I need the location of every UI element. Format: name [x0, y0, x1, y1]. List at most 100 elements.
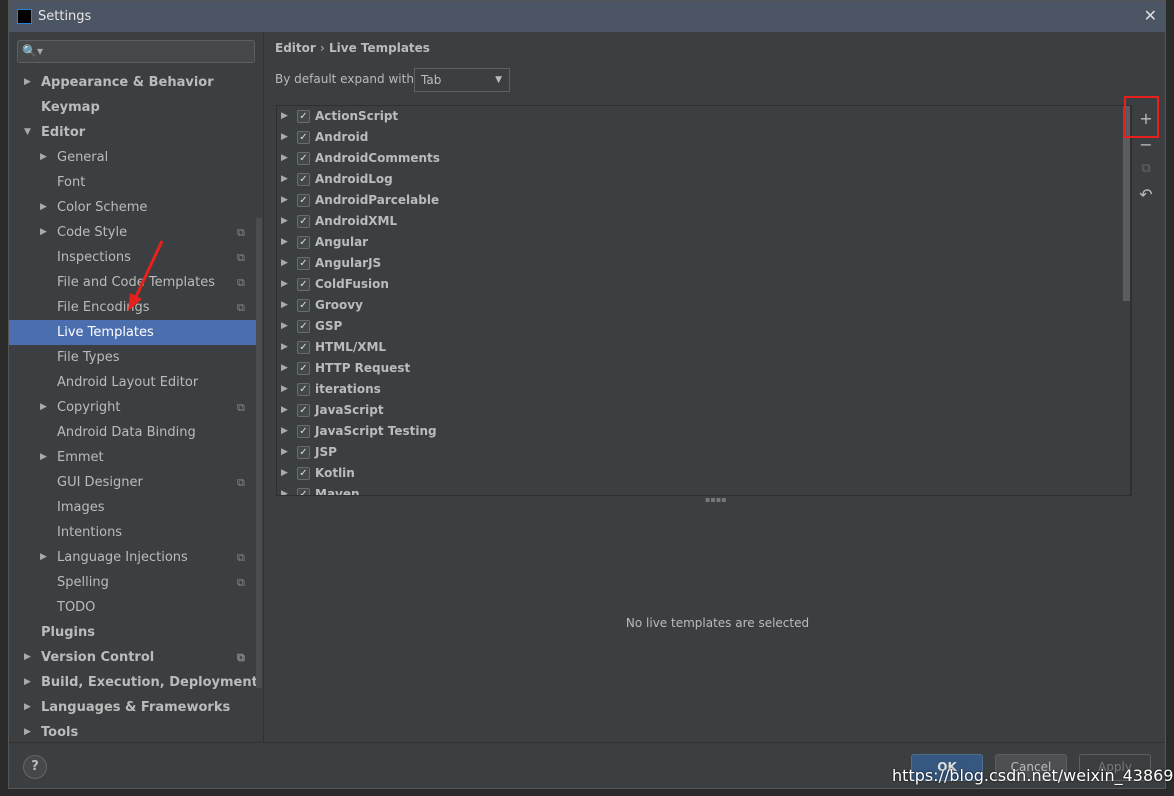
- tree-item[interactable]: ▶ Languages & Frameworks: [9, 695, 256, 720]
- template-group[interactable]: ▶ ✓ AngularJS: [277, 253, 1130, 274]
- chevron-right-icon[interactable]: ▶: [40, 220, 47, 245]
- tree-item[interactable]: ▶ Version Control ⧉: [9, 645, 256, 670]
- tree-item[interactable]: ▶ Appearance & Behavior: [9, 70, 256, 95]
- template-checkbox[interactable]: ✓: [297, 446, 310, 459]
- template-checkbox[interactable]: ✓: [297, 173, 310, 186]
- template-group[interactable]: ▶ ✓ iterations: [277, 379, 1130, 400]
- chevron-right-icon[interactable]: ▶: [281, 442, 288, 463]
- tree-item[interactable]: Live Templates: [9, 320, 256, 345]
- tree-item[interactable]: File Types: [9, 345, 256, 370]
- tree-item[interactable]: ▶ Build, Execution, Deployment: [9, 670, 258, 695]
- chevron-right-icon[interactable]: ▶: [281, 148, 288, 169]
- chevron-right-icon[interactable]: ▶: [281, 400, 288, 421]
- template-group[interactable]: ▶ ✓ Android: [277, 127, 1130, 148]
- template-checkbox[interactable]: ✓: [297, 236, 310, 249]
- tree-item[interactable]: Font: [9, 170, 256, 195]
- template-checkbox[interactable]: ✓: [297, 362, 310, 375]
- template-group[interactable]: ▶ ✓ Kotlin: [277, 463, 1130, 484]
- chevron-right-icon[interactable]: ▶: [24, 695, 31, 720]
- template-group[interactable]: ▶ ✓ Maven: [277, 484, 1130, 495]
- chevron-right-icon[interactable]: ▶: [281, 316, 288, 337]
- template-checkbox[interactable]: ✓: [297, 425, 310, 438]
- tree-item[interactable]: ▶ Emmet: [9, 445, 256, 470]
- tree-item[interactable]: Plugins: [9, 620, 256, 645]
- template-checkbox[interactable]: ✓: [297, 215, 310, 228]
- chevron-right-icon[interactable]: ▶: [281, 463, 288, 484]
- chevron-right-icon[interactable]: ▶: [281, 190, 288, 211]
- chevron-right-icon[interactable]: ▶: [281, 127, 288, 148]
- chevron-right-icon[interactable]: ▶: [281, 295, 288, 316]
- tree-item[interactable]: Android Layout Editor: [9, 370, 256, 395]
- tree-item[interactable]: TODO: [9, 595, 256, 620]
- chevron-right-icon[interactable]: ▶: [281, 421, 288, 442]
- template-group[interactable]: ▶ ✓ HTML/XML: [277, 337, 1130, 358]
- template-checkbox[interactable]: ✓: [297, 194, 310, 207]
- close-icon[interactable]: ✕: [1144, 6, 1157, 25]
- tree-item[interactable]: ▶ Copyright ⧉: [9, 395, 256, 420]
- template-group[interactable]: ▶ ✓ JavaScript Testing: [277, 421, 1130, 442]
- template-checkbox[interactable]: ✓: [297, 278, 310, 291]
- template-checkbox[interactable]: ✓: [297, 404, 310, 417]
- chevron-right-icon[interactable]: ▶: [40, 145, 47, 170]
- template-group[interactable]: ▶ ✓ JavaScript: [277, 400, 1130, 421]
- template-checkbox[interactable]: ✓: [297, 131, 310, 144]
- template-checkbox[interactable]: ✓: [297, 257, 310, 270]
- tree-item[interactable]: Intentions: [9, 520, 256, 545]
- chevron-right-icon[interactable]: ▶: [40, 445, 47, 470]
- template-group[interactable]: ▶ ✓ Groovy: [277, 295, 1130, 316]
- template-group[interactable]: ▶ ✓ JSP: [277, 442, 1130, 463]
- template-checkbox[interactable]: ✓: [297, 320, 310, 333]
- chevron-right-icon[interactable]: ▶: [281, 358, 288, 379]
- template-checkbox[interactable]: ✓: [297, 341, 310, 354]
- template-group[interactable]: ▶ ✓ GSP: [277, 316, 1130, 337]
- template-group[interactable]: ▶ ✓ ColdFusion: [277, 274, 1130, 295]
- chevron-right-icon[interactable]: ▶: [281, 253, 288, 274]
- tree-item[interactable]: GUI Designer ⧉: [9, 470, 256, 495]
- chevron-right-icon[interactable]: ▶: [40, 545, 47, 570]
- chevron-right-icon[interactable]: ▶: [24, 645, 31, 670]
- chevron-right-icon[interactable]: ▶: [281, 484, 288, 495]
- tree-item[interactable]: Spelling ⧉: [9, 570, 256, 595]
- tree-item[interactable]: Android Data Binding: [9, 420, 256, 445]
- restore-icon[interactable]: ↶: [1132, 185, 1160, 204]
- chevron-right-icon[interactable]: ▶: [281, 379, 288, 400]
- chevron-right-icon[interactable]: ▶: [281, 274, 288, 295]
- chevron-right-icon[interactable]: ▶: [24, 670, 31, 695]
- template-group[interactable]: ▶ ✓ AndroidXML: [277, 211, 1130, 232]
- tree-item[interactable]: ▼ Editor: [9, 120, 256, 145]
- template-checkbox[interactable]: ✓: [297, 467, 310, 480]
- chevron-right-icon[interactable]: ▶: [24, 70, 31, 95]
- chevron-right-icon[interactable]: ▶: [40, 395, 47, 420]
- chevron-right-icon[interactable]: ▶: [281, 106, 288, 127]
- copy-icon[interactable]: ⧉: [1132, 161, 1160, 176]
- breadcrumb-parent: Editor: [275, 41, 316, 55]
- template-group[interactable]: ▶ ✓ AndroidParcelable: [277, 190, 1130, 211]
- chevron-right-icon[interactable]: ▶: [281, 232, 288, 253]
- expand-select[interactable]: Tab ▼: [414, 68, 510, 92]
- chevron-right-icon[interactable]: ▶: [40, 195, 47, 220]
- tree-item[interactable]: Keymap: [9, 95, 256, 120]
- settings-dialog: Settings ✕ 🔍▾ ▶ Appearance & Behavior Keym…: [8, 0, 1166, 789]
- help-button[interactable]: ?: [23, 755, 47, 779]
- template-group[interactable]: ▶ ✓ Angular: [277, 232, 1130, 253]
- chevron-right-icon[interactable]: ▶: [281, 211, 288, 232]
- chevron-right-icon[interactable]: ▶: [281, 337, 288, 358]
- splitter-handle[interactable]: ▪▪▪▪: [705, 495, 727, 504]
- template-group[interactable]: ▶ ✓ AndroidLog: [277, 169, 1130, 190]
- template-checkbox[interactable]: ✓: [297, 299, 310, 312]
- tree-item[interactable]: ▶ Language Injections ⧉: [9, 545, 256, 570]
- template-checkbox[interactable]: ✓: [297, 110, 310, 123]
- template-checkbox[interactable]: ✓: [297, 383, 310, 396]
- tree-item[interactable]: ▶ Color Scheme: [9, 195, 256, 220]
- template-checkbox[interactable]: ✓: [297, 152, 310, 165]
- sidebar-scrollbar[interactable]: [256, 218, 262, 688]
- search-input[interactable]: 🔍▾: [17, 40, 255, 63]
- template-group[interactable]: ▶ ✓ ActionScript: [277, 106, 1130, 127]
- chevron-down-icon[interactable]: ▼: [24, 120, 31, 145]
- template-group[interactable]: ▶ ✓ AndroidComments: [277, 148, 1130, 169]
- template-group[interactable]: ▶ ✓ HTTP Request: [277, 358, 1130, 379]
- tree-item[interactable]: Images: [9, 495, 256, 520]
- template-checkbox[interactable]: ✓: [297, 488, 310, 495]
- tree-item[interactable]: ▶ General: [9, 145, 256, 170]
- chevron-right-icon[interactable]: ▶: [281, 169, 288, 190]
